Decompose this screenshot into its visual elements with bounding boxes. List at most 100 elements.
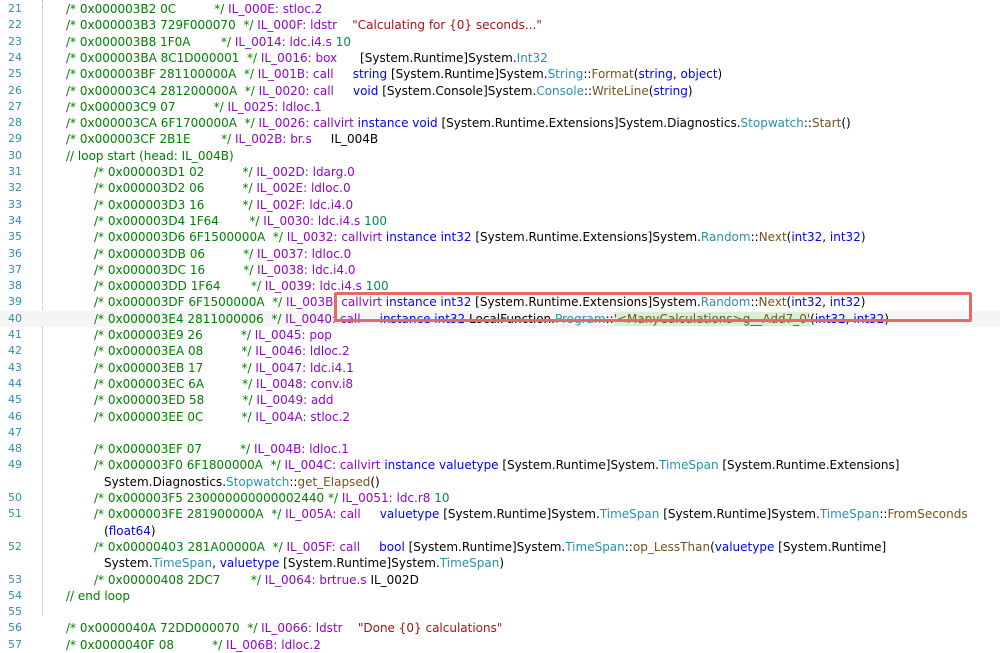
arg-token: [System.Runtime] [390,67,499,82]
code-line-24[interactable]: 24 /* 0x000003BA 8C1D000001 */ IL_0016: b… [0,50,1000,66]
code-line-51[interactable]: 51 /* 0x000003FE 281900000A */ IL_005A: c… [0,506,1000,522]
il-label: IL_005A: [285,507,341,522]
arg-token: [System.Runtime] [778,539,887,554]
arg-token: System. [499,67,548,82]
line-number: 49 [8,458,22,472]
code-line-44[interactable]: 44 /* 0x000003EC 6A */ IL_0048: conv.i8 [0,376,1000,392]
arg-token: valuetype [379,507,444,522]
code-line-36[interactable]: 36 /* 0x000003DB 06 */ IL_0037: ldloc.0 [0,246,1000,262]
code-line-57[interactable]: 57 /* 0x0000040F 08 */ IL_006B: ldloc.2 [0,637,1000,653]
line-number: 46 [8,409,22,423]
il-opcode: ldloc.0 [311,246,352,261]
offset-comment: /* 0x000003C9 07 */ [66,99,228,114]
arg-token: System.Diagnostics. [618,116,741,131]
code-line-45[interactable]: 45 /* 0x000003ED 58 */ IL_0049: add [0,392,1000,408]
arg-token: System. [771,507,820,522]
code-line-34[interactable]: 34 /* 0x000003D4 1F64 */ IL_0030: ldc.i4.… [0,213,1000,229]
arg-token: :: [624,539,633,554]
il-opcode: brtrue.s [319,572,371,587]
code-line-32[interactable]: 32 /* 0x000003D2 06 */ IL_002E: ldloc.0 [0,180,1000,196]
il-opcode: ldloc.0 [310,181,351,196]
arg-token: 10 [335,34,351,49]
code-line-31[interactable]: 31 /* 0x000003D1 02 */ IL_002D: ldarg.0 [0,164,1000,180]
il-label: IL_006B: [226,637,282,652]
code-line-30[interactable]: 30 // loop start (head: IL_004B) [0,148,1000,164]
il-opcode: conv.i8 [310,376,354,391]
code-line-23[interactable]: 23 /* 0x000003B8 1F0A */ IL_0014: ldc.i4.… [0,34,1000,50]
arg-token: , [212,556,220,571]
arg-token: string [352,67,391,82]
code-line-33[interactable]: 33 /* 0x000003D3 16 */ IL_002F: ldc.i4.0 [0,197,1000,213]
code-text: System.TimeSpan, valuetype [System.Runti… [104,555,504,571]
il-opcode: br.s [290,132,331,147]
arg-token: TimeSpan [659,458,719,473]
code-line-41[interactable]: 41 /* 0x000003E9 26 */ IL_0045: pop [0,327,1000,343]
il-opcode: add [310,393,334,408]
code-line-27[interactable]: 27 /* 0x000003C9 07 */ IL_0025: ldloc.1 [0,99,1000,115]
code-line-28[interactable]: 28 /* 0x000003CA 6F1700000A */ IL_0026: c… [0,115,1000,131]
arg-token: IL_002D [370,572,419,587]
code-line-42[interactable]: 42 /* 0x000003EA 08 */ IL_0046: ldloc.2 [0,343,1000,359]
arg-token: , [672,67,681,82]
arg-token: TimeSpan [152,556,213,571]
il-opcode: ldc.i4.s [319,279,366,294]
arg-token: [System.Console] [382,83,488,98]
line-number: 35 [8,230,22,244]
offset-comment: /* 0x000003DB 06 */ [94,246,257,261]
code-line-52[interactable]: 52 /* 0x00000403 281A00000A */ IL_005F: c… [0,539,1000,555]
arg-token: System. [516,539,566,554]
code-line-29[interactable]: 29 /* 0x000003CF 2B1E */ IL_002B: br.s IL… [0,131,1000,147]
code-text: /* 0x000003D6 6F1500000A */ IL_0032: cal… [94,229,866,245]
arg-token: () [841,116,851,131]
il-opcode: ldarg.0 [312,165,355,179]
il-label: IL_003B: [286,295,342,310]
code-line-49[interactable]: 49 /* 0x000003F0 6F1800000A */ IL_004C: c… [0,457,1000,473]
code-line-continuation[interactable]: System.TimeSpan, valuetype [System.Runti… [0,555,1000,571]
code-line-46[interactable]: 46 /* 0x000003EE 0C */ IL_004A: stloc.2 [0,409,1000,425]
arg-token: [System.Runtime] [408,539,517,554]
code-line-56[interactable]: 56 /* 0x0000040A 72DD000070 */ IL_0066: l… [0,620,1000,636]
arg-token: bool [379,539,409,554]
arg-token: op_LessThan [632,539,711,554]
arg-token: Console [536,83,584,98]
arg-token: void [352,83,383,98]
code-line-continuation[interactable]: (float64) [0,523,1000,539]
il-label: IL_0039: [264,279,320,294]
arg-token: FromSeconds [887,507,968,522]
code-line-47[interactable]: 47 [0,425,1000,441]
il-label: IL_004C: [284,458,340,473]
il-label: IL_0037: [256,246,312,261]
offset-comment: /* 0x0000040A 72DD000070 */ [66,621,262,636]
code-line-26[interactable]: 26 /* 0x000003C4 281200000A */ IL_0020: c… [0,83,1000,99]
code-text: /* 0x000003F5 230000000000002440 */ IL_0… [94,490,450,506]
code-line-43[interactable]: 43 /* 0x000003EB 17 */ IL_0047: ldc.i4.1 [0,360,1000,376]
code-text: /* 0x0000040A 72DD000070 */ IL_0066: lds… [66,620,502,636]
code-line-50[interactable]: 50 /* 0x000003F5 230000000000002440 */ IL… [0,490,1000,506]
offset-comment: /* 0x000003BF 281100000A */ [66,67,258,82]
il-label: IL_0066: [261,621,316,636]
offset-comment: /* 0x000003DC 16 */ [94,262,258,277]
code-line-48[interactable]: 48 /* 0x000003EF 07 */ IL_004B: ldloc.1 [0,441,1000,457]
code-text: /* 0x000003BA 8C1D000001 */ IL_0016: box… [66,50,548,66]
offset-comment: /* 0x00000408 2DC7 */ [94,572,265,587]
il-opcode: ldc.i4.s [289,34,336,49]
offset-comment: /* 0x0000040F 08 */ [66,637,227,652]
il-code-editor[interactable]: 21/* 0x000003B2 0C */ IL_000E: stloc.2 22… [0,0,1000,652]
code-line-53[interactable]: 53 /* 0x00000408 2DC7 */ IL_0064: brtrue.… [0,572,1000,588]
code-line-55[interactable]: 55 [0,604,1000,620]
code-line-37[interactable]: 37 /* 0x000003DC 16 */ IL_0038: ldc.i4.0 [0,262,1000,278]
arg-token: System. [391,556,440,571]
code-line-continuation[interactable]: System.Diagnostics.Stopwatch::get_Elapse… [0,474,1000,490]
il-label: IL_0030: [263,213,318,228]
code-line-25[interactable]: 25 /* 0x000003BF 281100000A */ IL_001B: c… [0,66,1000,82]
line-number: 21 [8,2,22,15]
offset-comment: /* 0x000003B2 0C */ [66,2,229,16]
code-line-21[interactable]: 21 /* 0x000003B2 0C */ IL_000E: stloc.2 [0,1,1000,17]
offset-comment: /* 0x000003B8 1F0A */ [66,34,235,49]
line-number: 47 [8,425,22,439]
code-line-22[interactable]: 22 /* 0x000003B3 729F000070 */ IL_000F: l… [0,17,1000,33]
arg-token: Int32 [516,50,548,65]
code-line-35[interactable]: 35 /* 0x000003D6 6F1500000A */ IL_0032: c… [0,229,1000,245]
il-label: IL_0048: [256,376,311,391]
code-line-54[interactable]: 54 // end loop [0,588,1000,604]
